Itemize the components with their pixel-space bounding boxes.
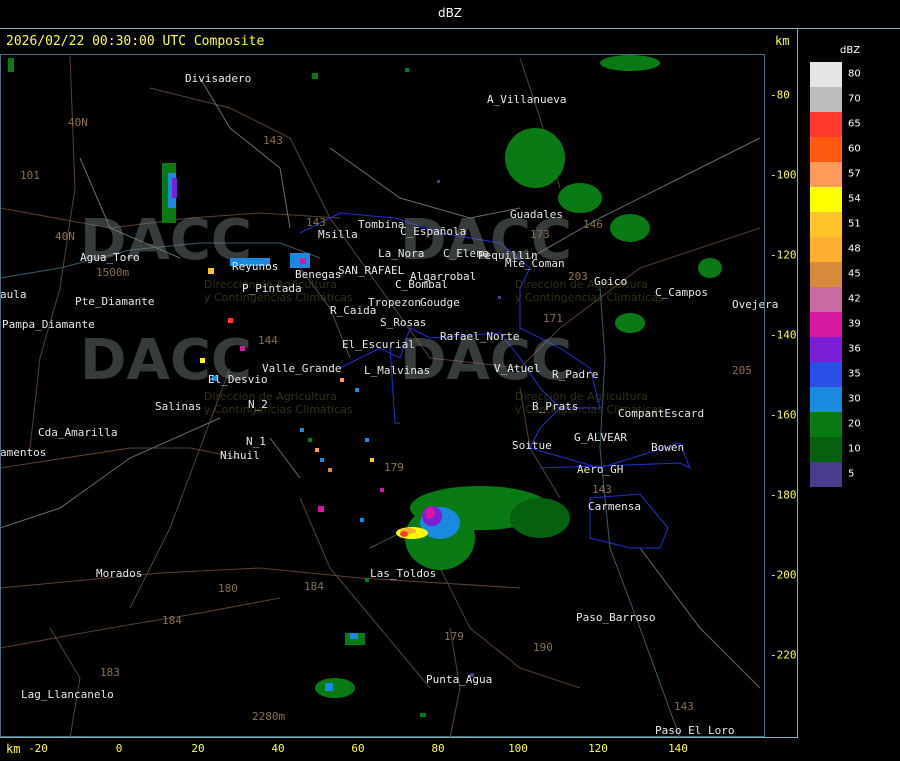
plot-area (0, 54, 765, 737)
legend-label: 10 (848, 443, 861, 455)
y-axis-unit: km (775, 34, 790, 48)
legend-swatch (810, 312, 842, 337)
y-tick: -100 (770, 168, 797, 182)
legend-label: 70 (848, 93, 861, 105)
legend-swatch (810, 187, 842, 212)
x-axis-unit: km (6, 742, 21, 756)
x-tick: 100 (508, 742, 528, 755)
legend-label: 42 (848, 293, 861, 305)
x-tick: 140 (668, 742, 688, 755)
legend-swatch (810, 262, 842, 287)
y-tick: -80 (770, 88, 790, 102)
x-tick: 0 (115, 742, 123, 755)
legend-swatch (810, 62, 842, 87)
legend-label: 5 (848, 468, 855, 480)
legend-swatch (810, 437, 842, 462)
legend-swatch (810, 412, 842, 437)
timestamp: 2026/02/22 00:30:00 UTC Composite (6, 34, 265, 49)
legend-swatch (810, 387, 842, 412)
legend-title: dBZ (840, 45, 861, 56)
legend-label: 35 (848, 368, 861, 380)
legend-swatch (810, 162, 842, 187)
legend-swatch (810, 362, 842, 387)
legend-label: 45 (848, 268, 861, 280)
y-tick: -160 (770, 408, 797, 422)
legend-label: 39 (848, 318, 861, 330)
header-bar: dBZ (0, 0, 900, 29)
legend-swatch (810, 287, 842, 312)
y-tick: -180 (770, 488, 797, 502)
legend-swatch (810, 137, 842, 162)
legend-label: 48 (848, 243, 861, 255)
header-title: dBZ (437, 6, 463, 20)
x-tick: 80 (431, 742, 445, 755)
legend-label: 30 (848, 393, 861, 405)
legend-swatch (810, 462, 842, 487)
x-tick: 20 (191, 742, 205, 755)
legend-label: 54 (848, 193, 861, 205)
y-tick: -140 (770, 328, 797, 342)
x-tick: -20 (28, 742, 48, 755)
legend-swatch (810, 237, 842, 262)
legend-label: 60 (848, 143, 861, 155)
x-tick: 120 (588, 742, 608, 755)
y-tick: -120 (770, 248, 797, 262)
legend-label: 57 (848, 168, 861, 180)
legend-swatch (810, 212, 842, 237)
legend-label: 20 (848, 418, 861, 430)
x-tick: 60 (351, 742, 365, 755)
legend-label: 51 (848, 218, 861, 230)
y-tick: -220 (770, 648, 797, 662)
legend-label: 36 (848, 343, 861, 355)
legend-label: 80 (848, 68, 861, 80)
legend-swatch (810, 87, 842, 112)
legend-swatch (810, 337, 842, 362)
y-tick: -200 (770, 568, 797, 582)
legend-label: 65 (848, 118, 861, 130)
x-tick: 40 (271, 742, 285, 755)
legend-swatch (810, 112, 842, 137)
